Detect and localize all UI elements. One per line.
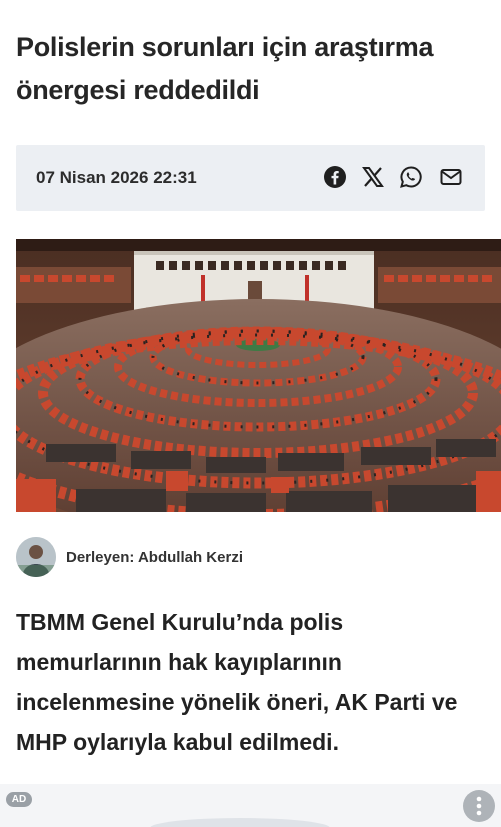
article-title: Polislerin sorunları için araştırma öner…	[16, 32, 434, 105]
whatsapp-icon[interactable]	[398, 164, 424, 190]
mail-icon[interactable]	[438, 164, 464, 190]
facebook-icon[interactable]	[322, 164, 348, 190]
x-icon[interactable]	[360, 164, 386, 190]
parliament-photo	[16, 239, 501, 512]
article-meta-bar: 07 Nisan 2026 22:31	[16, 145, 485, 211]
ad-banner[interactable]: AD	[0, 784, 501, 827]
ad-creative[interactable]	[150, 818, 330, 827]
author-avatar[interactable]	[16, 537, 56, 577]
article-lead: TBMM Genel Kurulu’nda polis memurlarının…	[16, 609, 458, 755]
ad-badge: AD	[6, 792, 32, 807]
author-label[interactable]: Derleyen: Abdullah Kerzi	[66, 549, 243, 566]
more-vertical-icon[interactable]	[463, 790, 495, 822]
publish-date: 07 Nisan 2026 22:31	[36, 168, 197, 187]
author-byline: Derleyen: Abdullah Kerzi	[16, 537, 243, 577]
